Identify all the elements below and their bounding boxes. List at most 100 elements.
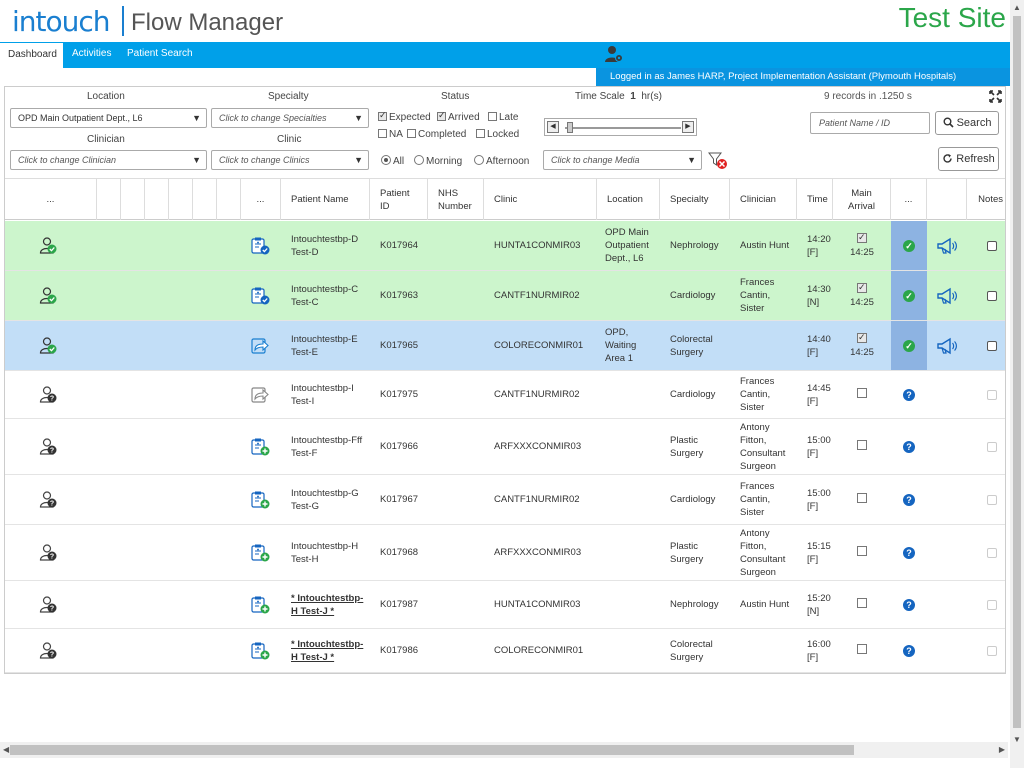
patient-name[interactable]: Intouchtestbp-I Test-I bbox=[291, 371, 367, 418]
status-ok-icon[interactable]: ✓ bbox=[903, 239, 915, 252]
status-unknown-icon[interactable]: ? bbox=[903, 598, 915, 611]
scroll-up-icon[interactable]: ▲ bbox=[1013, 3, 1021, 12]
column-header-location[interactable]: Location bbox=[597, 179, 660, 220]
notes-checkbox[interactable] bbox=[987, 645, 997, 656]
status-cell[interactable]: ? bbox=[891, 371, 927, 418]
scroll-down-icon[interactable]: ▼ bbox=[1013, 735, 1021, 744]
table-row[interactable]: ? Intouchtestbp-I Test-I K017975 CANTF1NURM… bbox=[5, 371, 1005, 419]
tab-activities[interactable]: Activities bbox=[64, 42, 119, 68]
status-unknown-icon[interactable]: ? bbox=[903, 644, 915, 657]
notes-checkbox-cell[interactable] bbox=[985, 629, 999, 672]
locked-checkbox[interactable] bbox=[476, 129, 485, 138]
status-cell[interactable]: ✓ bbox=[891, 271, 927, 320]
status-completed[interactable]: Completed bbox=[407, 129, 466, 140]
notes-checkbox-cell[interactable] bbox=[985, 321, 999, 370]
patient-name[interactable]: Intouchtestbp-C Test-C bbox=[291, 271, 367, 320]
patient-name[interactable]: Intouchtestbp-G Test-G bbox=[291, 475, 367, 524]
patient-status-icon[interactable]: ? bbox=[39, 581, 63, 628]
notes-checkbox-cell[interactable] bbox=[985, 221, 999, 270]
expected-checkbox[interactable] bbox=[378, 110, 387, 121]
status-unknown-icon[interactable]: ? bbox=[903, 493, 915, 506]
scroll-left-icon[interactable]: ◀ bbox=[3, 745, 9, 754]
action-icon[interactable] bbox=[250, 321, 274, 370]
patient-search-input[interactable]: Patient Name / ID bbox=[810, 112, 930, 134]
column-header-status[interactable]: ... bbox=[891, 179, 927, 220]
period-all[interactable]: All bbox=[381, 155, 404, 167]
notes-checkbox[interactable] bbox=[987, 494, 997, 505]
patient-name[interactable]: Intouchtestbp-Fff Test-F bbox=[291, 419, 367, 474]
status-late[interactable]: Late bbox=[488, 112, 518, 123]
patient-name[interactable]: * Intouchtestbp-H Test-J * bbox=[291, 629, 367, 672]
arrived-checkbox[interactable] bbox=[437, 110, 446, 121]
column-header-actions[interactable]: ... bbox=[5, 179, 97, 220]
user-settings-icon[interactable] bbox=[604, 44, 624, 64]
action-icon[interactable] bbox=[250, 525, 274, 580]
morning-radio[interactable] bbox=[414, 155, 424, 165]
patient-status-icon[interactable]: ? bbox=[39, 419, 63, 474]
clinic-select[interactable]: Click to change Clinics ▼ bbox=[211, 150, 369, 170]
notes-checkbox-cell[interactable] bbox=[985, 419, 999, 474]
status-cell[interactable]: ? bbox=[891, 419, 927, 474]
notes-checkbox[interactable] bbox=[987, 290, 997, 301]
late-checkbox[interactable] bbox=[488, 112, 497, 121]
status-cell[interactable]: ? bbox=[891, 629, 927, 672]
main-arrival-checkbox[interactable] bbox=[857, 281, 867, 294]
column-header-notes[interactable]: Notes bbox=[967, 179, 1005, 220]
status-cell[interactable]: ✓ bbox=[891, 321, 927, 370]
slider-handle[interactable] bbox=[567, 122, 573, 133]
patient-status-icon[interactable]: ? bbox=[39, 629, 63, 672]
table-row[interactable]: ? * Intouchtestbp-H Test-J * K017986 COLORE… bbox=[5, 629, 1005, 673]
table-row[interactable]: ? Intouchtestbp-H Test-H K017968 ARFXXXCONM… bbox=[5, 525, 1005, 581]
action-icon[interactable] bbox=[250, 221, 274, 270]
media-select[interactable]: Click to change Media ▼ bbox=[543, 150, 702, 170]
status-expected[interactable]: Expected bbox=[378, 110, 431, 123]
main-arrival-checkbox[interactable] bbox=[857, 598, 867, 608]
main-arrival-checkbox[interactable] bbox=[857, 331, 867, 344]
column-header-specialty[interactable]: Specialty bbox=[660, 179, 730, 220]
patient-name[interactable]: Intouchtestbp-E Test-E bbox=[291, 321, 367, 370]
status-arrived[interactable]: Arrived bbox=[437, 110, 480, 123]
status-locked[interactable]: Locked bbox=[476, 129, 519, 140]
afternoon-radio[interactable] bbox=[474, 155, 484, 165]
slider-right-icon[interactable]: ▶ bbox=[682, 121, 694, 133]
callout-megaphone-icon[interactable] bbox=[935, 321, 959, 370]
column-header-clinician[interactable]: Clinician bbox=[730, 179, 797, 220]
column-header-main-arrival[interactable]: Main Arrival bbox=[833, 179, 891, 220]
action-icon[interactable] bbox=[250, 581, 274, 628]
patient-status-icon[interactable] bbox=[39, 221, 63, 270]
horizontal-scroll-thumb[interactable] bbox=[10, 745, 854, 755]
status-ok-icon[interactable]: ✓ bbox=[903, 289, 915, 302]
table-row[interactable]: Intouchtestbp-E Test-E K017965 COLORECONMI… bbox=[5, 321, 1005, 371]
period-morning[interactable]: Morning bbox=[414, 155, 462, 167]
patient-status-icon[interactable]: ? bbox=[39, 371, 63, 418]
status-cell[interactable]: ? bbox=[891, 475, 927, 524]
period-afternoon[interactable]: Afternoon bbox=[474, 155, 529, 167]
status-cell[interactable]: ? bbox=[891, 581, 927, 628]
notes-checkbox-cell[interactable] bbox=[985, 371, 999, 418]
notes-checkbox[interactable] bbox=[987, 547, 997, 558]
notes-checkbox-cell[interactable] bbox=[985, 475, 999, 524]
column-header-patient-id[interactable]: Patient ID bbox=[370, 179, 428, 220]
notes-checkbox-cell[interactable] bbox=[985, 581, 999, 628]
column-header-actions-2[interactable]: ... bbox=[241, 179, 281, 220]
notes-checkbox[interactable] bbox=[987, 340, 997, 351]
table-row[interactable]: Intouchtestbp-C Test-C K017963 CANTF1NURMI… bbox=[5, 271, 1005, 321]
status-na[interactable]: NA bbox=[378, 129, 403, 140]
vertical-scroll-thumb[interactable] bbox=[1013, 16, 1021, 728]
patient-name[interactable]: Intouchtestbp-D Test-D bbox=[291, 221, 367, 270]
patient-status-icon[interactable]: ? bbox=[39, 525, 63, 580]
location-select[interactable]: OPD Main Outpatient Dept., L6 ▼ bbox=[10, 108, 207, 128]
table-row[interactable]: ? Intouchtestbp-Fff Test-F K017966 ARFXXXCO… bbox=[5, 419, 1005, 475]
completed-checkbox[interactable] bbox=[407, 129, 416, 138]
table-row[interactable]: ? Intouchtestbp-G Test-G K017967 CANTF1NURM… bbox=[5, 475, 1005, 525]
patient-status-icon[interactable] bbox=[39, 271, 63, 320]
patient-status-icon[interactable]: ? bbox=[39, 475, 63, 524]
scroll-right-icon[interactable]: ▶ bbox=[999, 745, 1005, 754]
specialty-select[interactable]: Click to change Specialties ▼ bbox=[211, 108, 369, 128]
column-header-patient-name[interactable]: Patient Name bbox=[281, 179, 370, 220]
notes-checkbox[interactable] bbox=[987, 389, 997, 400]
action-icon[interactable] bbox=[250, 629, 274, 672]
notes-checkbox-cell[interactable] bbox=[985, 271, 999, 320]
column-header-clinic[interactable]: Clinic bbox=[484, 179, 597, 220]
status-unknown-icon[interactable]: ? bbox=[903, 440, 915, 453]
